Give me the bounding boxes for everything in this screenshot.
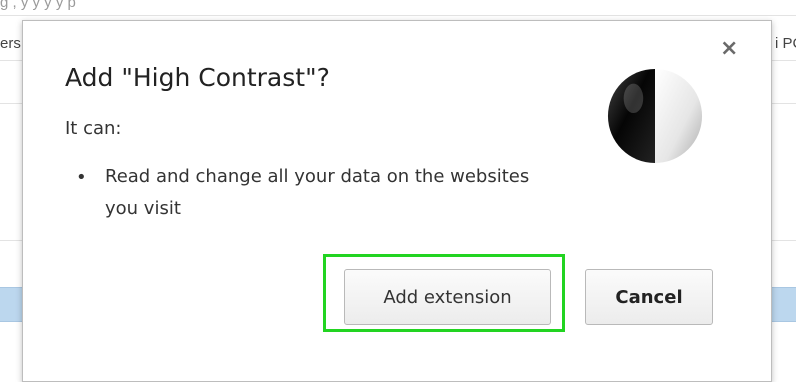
close-icon[interactable]: × xyxy=(720,38,738,60)
permission-item: Read and change all your data on the web… xyxy=(105,166,530,219)
background-left-label: ers xyxy=(0,35,21,52)
background-page-text: g , y y y y p xyxy=(0,0,76,10)
add-extension-button[interactable]: Add extension xyxy=(344,269,551,325)
background-divider xyxy=(0,15,796,16)
cancel-button[interactable]: Cancel xyxy=(585,269,713,325)
background-right-label: i PC xyxy=(775,35,796,52)
dialog-subtitle: It can: xyxy=(65,118,122,139)
bullet-icon: • xyxy=(76,167,87,188)
high-contrast-icon xyxy=(607,68,703,164)
dialog-title: Add "High Contrast"? xyxy=(65,63,330,92)
